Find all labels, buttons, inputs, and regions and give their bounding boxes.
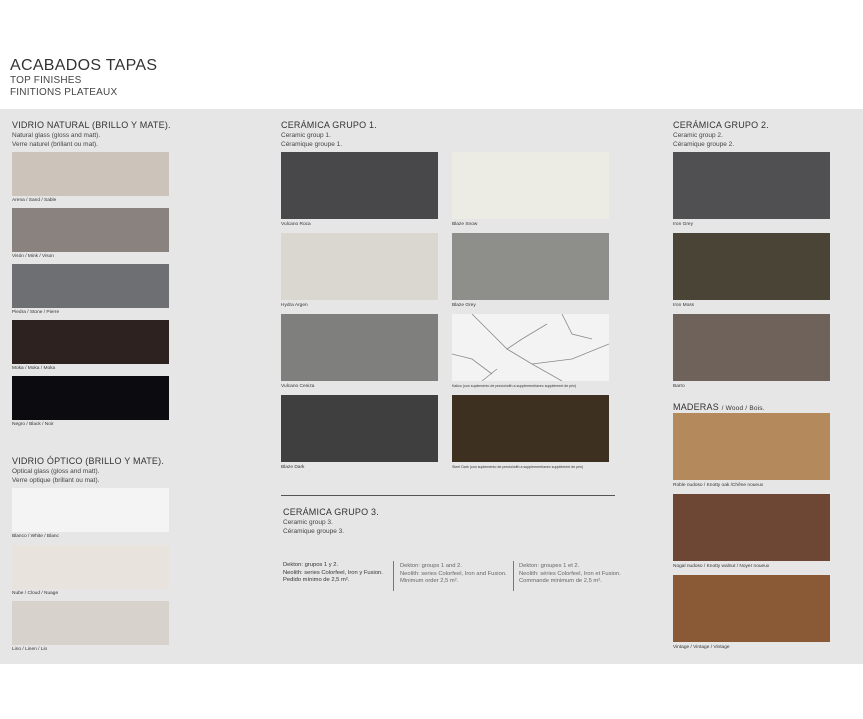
swatch-barro[interactable] xyxy=(673,314,830,381)
swatch-iron-moss[interactable] xyxy=(673,233,830,300)
dekton-en-line: Dekton: groups 1 and 2. xyxy=(400,563,462,569)
ceramica-2-sub-en: Ceramic group 2. xyxy=(673,132,723,139)
swatch-lino[interactable] xyxy=(12,601,169,645)
swatch-piedra[interactable] xyxy=(12,264,169,308)
dekton-es-line: Neolith: series Colorfeel, Iron y Fusion… xyxy=(283,569,383,576)
swatch-hydra-argen[interactable] xyxy=(281,233,438,300)
swatch-nube[interactable] xyxy=(12,545,169,589)
maderas-title-rest: / Wood / Bois. xyxy=(721,405,765,412)
dekton-fr-line: Commande minimum de 2,5 m². xyxy=(519,578,602,584)
swatch-label: Arena / Sand / Sable xyxy=(12,198,57,203)
page-title: ACABADOS TAPAS xyxy=(10,57,158,74)
swatch-label: Steel Dark (con suplemento de precio/wit… xyxy=(452,465,584,469)
swatch-label: Iron Grey xyxy=(673,222,693,227)
swatch-label: Iron Moss xyxy=(673,303,695,308)
swatch-label: Vulcano Roca xyxy=(281,222,311,227)
swatch-label: Lino / Linen / Lin xyxy=(12,647,48,652)
dekton-fr-line: Neolith: séries Colorfeel, Iron et Fusio… xyxy=(519,570,621,577)
swatch-vulcano-roca[interactable] xyxy=(281,152,438,219)
swatch-arena[interactable] xyxy=(12,152,169,196)
swatch-label: Barro xyxy=(673,384,685,389)
dekton-en-line: Minimum order 2,5 m². xyxy=(400,578,459,584)
dekton-note-fr: Dekton: groupes 1 et 2. Neolith: séries … xyxy=(519,563,621,586)
swatch-moka[interactable] xyxy=(12,320,169,364)
vidrio-optico-title: VIDRIO ÓPTICO (BRILLO Y MATE). xyxy=(12,456,165,466)
swatch-label: Blaze Snow xyxy=(452,222,478,227)
swatch-blanco[interactable] xyxy=(12,488,169,532)
vidrio-natural-sub-en: Natural glass (gloss and matt). xyxy=(12,132,101,139)
dekton-en-line: Neolith: series Colorfeel, Iron and Fusi… xyxy=(400,570,507,577)
swatch-label: Nube / Cloud / Nuage xyxy=(12,591,59,596)
section-divider xyxy=(281,495,615,496)
swatch-label: Moka / Moka / Moka xyxy=(12,366,56,371)
swatch-iron-grey[interactable] xyxy=(673,152,830,219)
ceramica-3-sub-fr: Céramique groupe 3. xyxy=(283,528,345,535)
vidrio-optico-sub-en: Optical glass (gloss and matt). xyxy=(12,468,100,475)
vidrio-natural-sub-fr: Verre naturel (brillant ou mat). xyxy=(12,141,98,148)
swatch-label: Visón / Mink / Vison xyxy=(12,254,54,259)
vidrio-natural-title: VIDRIO NATURAL (BRILLO Y MATE). xyxy=(12,120,171,130)
ceramica-3-sub-en: Ceramic group 3. xyxy=(283,519,333,526)
swatch-blaze-grey[interactable] xyxy=(452,233,609,300)
swatch-vulcano-ceniza[interactable] xyxy=(281,314,438,381)
dekton-note-en: Dekton: groups 1 and 2. Neolith: series … xyxy=(400,563,507,586)
swatch-label: Blaze Dark xyxy=(281,465,305,470)
swatch-kalico[interactable] xyxy=(452,314,609,381)
ceramica-1-sub-en: Ceramic group 1. xyxy=(281,132,331,139)
maderas-title-main: MADERAS xyxy=(673,402,719,412)
note-separator xyxy=(513,561,514,591)
maderas-title: MADERAS / Wood / Bois. xyxy=(673,402,765,412)
swatch-steel-dark[interactable] xyxy=(452,395,609,462)
swatch-label: Blaze Grey xyxy=(452,303,476,308)
note-separator xyxy=(393,561,394,591)
swatch-label: Roble nudoso / Knotty oak /Chêne noueux xyxy=(673,483,764,488)
swatch-vison[interactable] xyxy=(12,208,169,252)
swatch-label: Negro / Black / Noir xyxy=(12,422,54,427)
swatch-negro[interactable] xyxy=(12,376,169,420)
swatch-label: Blanco / White / Blanc xyxy=(12,534,59,539)
marble-vein-pattern xyxy=(452,314,609,381)
page-header: ACABADOS TAPAS TOP FINISHES FINITIONS PL… xyxy=(10,57,157,99)
ceramica-2-sub-fr: Céramique groupe 2. xyxy=(673,141,735,148)
swatch-nogal-nudoso[interactable] xyxy=(673,494,830,561)
swatch-label: Kalico (con suplemento de precio/with a … xyxy=(452,384,577,388)
swatch-roble-nudoso[interactable] xyxy=(673,413,830,480)
swatch-label: Hydra Argen xyxy=(281,303,308,308)
swatch-blaze-snow[interactable] xyxy=(452,152,609,219)
dekton-fr-line: Dekton: groupes 1 et 2. xyxy=(519,563,580,569)
swatch-blaze-dark[interactable] xyxy=(281,395,438,462)
dekton-note-es: Dekton: grupos 1 y 2. Neolith: series Co… xyxy=(283,562,383,585)
page-subtitle-en: TOP FINISHES xyxy=(10,75,82,86)
ceramica-1-sub-fr: Céramique groupe 1. xyxy=(281,141,343,148)
vidrio-optico-sub-fr: Verre optique (brillant ou mat). xyxy=(12,477,100,484)
swatch-label: Vintage / Vintage / Vintage xyxy=(673,645,730,650)
swatch-label: Nogal nudoso / Knotty walnut / Noyer nou… xyxy=(673,564,770,569)
page-subtitle-fr: FINITIONS PLATEAUX xyxy=(10,87,118,98)
dekton-es-line: Pedido mínimo de 2,5 m². xyxy=(283,577,350,583)
dekton-es-line: Dekton: grupos 1 y 2. xyxy=(283,562,339,568)
swatch-label: Piedra / Stone / Pierre xyxy=(12,310,60,315)
swatch-vintage[interactable] xyxy=(673,575,830,642)
ceramica-2-title: CERÁMICA GRUPO 2. xyxy=(673,120,769,130)
ceramica-1-title: CERÁMICA GRUPO 1. xyxy=(281,120,377,130)
swatch-label: Vulcano Ceniza xyxy=(281,384,315,389)
ceramica-3-title: CERÁMICA GRUPO 3. xyxy=(283,507,379,517)
